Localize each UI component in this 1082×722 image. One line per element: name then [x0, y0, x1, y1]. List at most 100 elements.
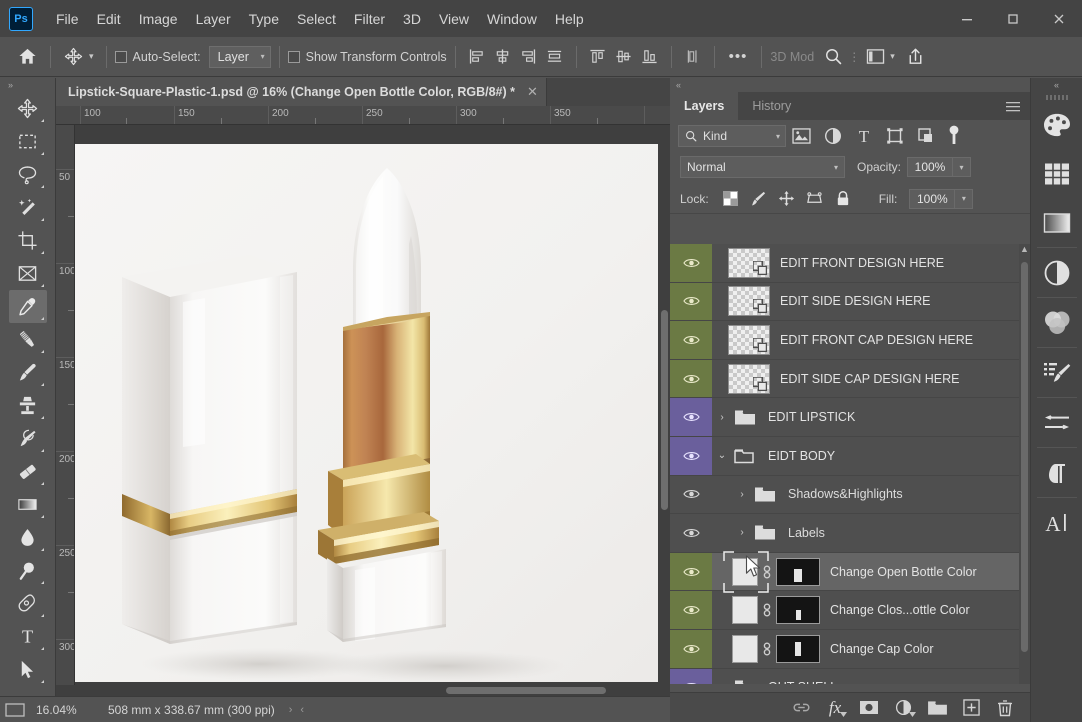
status-prev-icon[interactable]: ‹: [300, 704, 304, 716]
align-vertical-centers-button[interactable]: [611, 45, 637, 69]
opacity-stepper-caret-icon[interactable]: ▾: [953, 157, 972, 177]
group-expand-arrow-icon[interactable]: ›: [732, 527, 752, 538]
distribute-horizontally-button[interactable]: [542, 45, 568, 69]
layer-visibility-toggle[interactable]: [670, 244, 712, 282]
search-button[interactable]: [820, 45, 846, 69]
horizontal-ruler[interactable]: 100 150 200 250 300 350: [56, 106, 670, 125]
layer-filter-kind-dropdown[interactable]: Kind ▾: [678, 125, 786, 147]
zoom-level[interactable]: 16.04%: [36, 703, 88, 717]
lock-position-button[interactable]: [773, 188, 801, 210]
layer-mask-link-icon[interactable]: [758, 640, 776, 658]
menu-select[interactable]: Select: [288, 7, 345, 31]
show-transform-checkbox[interactable]: [287, 50, 300, 63]
layer-style-button[interactable]: fx: [818, 695, 852, 721]
tool-object-selection[interactable]: [9, 191, 47, 224]
fill-stepper-caret-icon[interactable]: ▾: [955, 188, 974, 209]
rail-adjustments-panel-button[interactable]: [1031, 248, 1082, 297]
layer-visibility-toggle[interactable]: [670, 629, 712, 668]
align-top-edges-button[interactable]: [585, 45, 611, 69]
align-right-edges-button[interactable]: [516, 45, 542, 69]
document-size-button[interactable]: [0, 702, 30, 718]
lock-all-button[interactable]: [829, 188, 857, 210]
lock-transparent-pixels-button[interactable]: [717, 188, 745, 210]
menu-help[interactable]: Help: [546, 7, 593, 31]
arrange-documents-button[interactable]: [862, 45, 888, 69]
layer-mask-thumbnail[interactable]: [776, 596, 820, 625]
layer-mask-link-icon[interactable]: [758, 563, 776, 581]
layer-thumbnail[interactable]: [732, 596, 758, 625]
rail-brush-settings-panel-button[interactable]: [1031, 348, 1082, 397]
maximize-button[interactable]: [990, 0, 1036, 37]
menu-image[interactable]: Image: [130, 7, 187, 31]
layer-visibility-toggle[interactable]: [670, 591, 712, 629]
layer-thumbnail[interactable]: [728, 363, 770, 394]
tool-history-brush[interactable]: [9, 422, 47, 455]
vertical-ruler[interactable]: 50 100 150 200 250 300: [56, 125, 75, 696]
panel-menu-button[interactable]: [1006, 100, 1020, 118]
layers-scroll-thumb[interactable]: [1021, 262, 1028, 652]
lock-artboard-nesting-button[interactable]: [801, 188, 829, 210]
rail-paragraph-panel-button[interactable]: [1031, 448, 1082, 497]
menu-view[interactable]: View: [430, 7, 478, 31]
new-adjustment-layer-button[interactable]: [886, 695, 920, 721]
layer-mask-link-icon[interactable]: [758, 601, 776, 619]
layer-visibility-toggle[interactable]: [670, 398, 712, 436]
tool-blur[interactable]: [9, 521, 47, 554]
tool-dodge[interactable]: [9, 554, 47, 587]
menu-edit[interactable]: Edit: [88, 7, 130, 31]
rail-brushes-panel-button[interactable]: [1031, 398, 1082, 447]
layer-row-labels[interactable]: › Labels: [670, 514, 1030, 553]
current-tool-button[interactable]: [59, 44, 87, 70]
layer-row-edit-front-design-here[interactable]: EDIT FRONT DESIGN HERE: [670, 244, 1030, 283]
align-bottom-edges-button[interactable]: [637, 45, 663, 69]
auto-select-target-dropdown[interactable]: Layer ▾: [208, 45, 271, 68]
more-options-button[interactable]: •••: [723, 48, 754, 65]
tab-history[interactable]: History: [738, 92, 805, 120]
tool-brush[interactable]: [9, 356, 47, 389]
tool-eyedropper[interactable]: [8, 290, 47, 323]
tool-path-selection[interactable]: [9, 653, 47, 686]
tool-clone-stamp[interactable]: [9, 389, 47, 422]
auto-select-checkbox[interactable]: [114, 50, 127, 63]
layer-visibility-toggle[interactable]: [670, 359, 712, 398]
layers-list-scrollbar[interactable]: ▲: [1019, 244, 1030, 684]
rail-libraries-panel-button[interactable]: [1031, 298, 1082, 347]
layer-row-edit-side-design-here[interactable]: EDIT SIDE DESIGN HERE: [670, 282, 1030, 322]
tab-layers[interactable]: Layers: [670, 92, 739, 120]
layer-row-eidt-body[interactable]: ⌄ EIDT BODY: [670, 436, 1030, 476]
layer-thumbnail[interactable]: [732, 557, 758, 586]
blend-mode-dropdown[interactable]: Normal ▾: [680, 156, 845, 178]
add-layer-mask-button[interactable]: [852, 695, 886, 721]
new-layer-button[interactable]: [954, 695, 988, 721]
status-next-icon[interactable]: ›: [289, 704, 293, 716]
layer-visibility-toggle[interactable]: [670, 282, 712, 321]
canvas-horizontal-scroll-thumb[interactable]: [446, 687, 606, 694]
filter-toggle-button[interactable]: [941, 125, 967, 147]
document-tab-close-icon[interactable]: ✕: [527, 84, 538, 100]
filter-type-button[interactable]: T: [848, 124, 879, 148]
menu-window[interactable]: Window: [478, 7, 546, 31]
rail-gradients-panel-button[interactable]: [1031, 198, 1082, 247]
toolbar-collapse-handle[interactable]: »: [0, 78, 55, 92]
layer-row-edit-front-cap-design-here[interactable]: EDIT FRONT CAP DESIGN HERE: [670, 321, 1030, 360]
layer-thumbnail[interactable]: [732, 634, 758, 663]
layer-row-change-open-bottle-color[interactable]: Change Open Bottle Color: [670, 550, 1030, 593]
align-horizontal-centers-button[interactable]: [490, 45, 516, 69]
tool-frame[interactable]: [9, 257, 47, 290]
document-tab[interactable]: Lipstick-Square-Plastic-1.psd @ 16% (Cha…: [56, 78, 547, 106]
layer-mask-thumbnail[interactable]: [776, 557, 820, 586]
tool-spot-healing-brush[interactable]: [9, 323, 47, 356]
tool-preset-caret-icon[interactable]: ▾: [89, 51, 94, 62]
layer-visibility-toggle[interactable]: [670, 436, 712, 475]
menu-file[interactable]: File: [47, 7, 88, 31]
menu-filter[interactable]: Filter: [345, 7, 394, 31]
scroll-up-icon[interactable]: ▲: [1019, 244, 1030, 254]
tool-eraser[interactable]: [9, 455, 47, 488]
layer-thumbnail[interactable]: [728, 324, 770, 355]
lock-image-pixels-button[interactable]: [745, 188, 773, 210]
filter-shape-button[interactable]: [879, 124, 910, 148]
rail-color-panel-button[interactable]: [1031, 100, 1082, 149]
canvas-vertical-scrollbar[interactable]: [659, 125, 670, 696]
panel-collapse-handle[interactable]: «: [670, 78, 1030, 92]
layers-list[interactable]: EDIT FRONT DESIGN HERE EDIT SIDE DESIGN …: [670, 244, 1030, 684]
